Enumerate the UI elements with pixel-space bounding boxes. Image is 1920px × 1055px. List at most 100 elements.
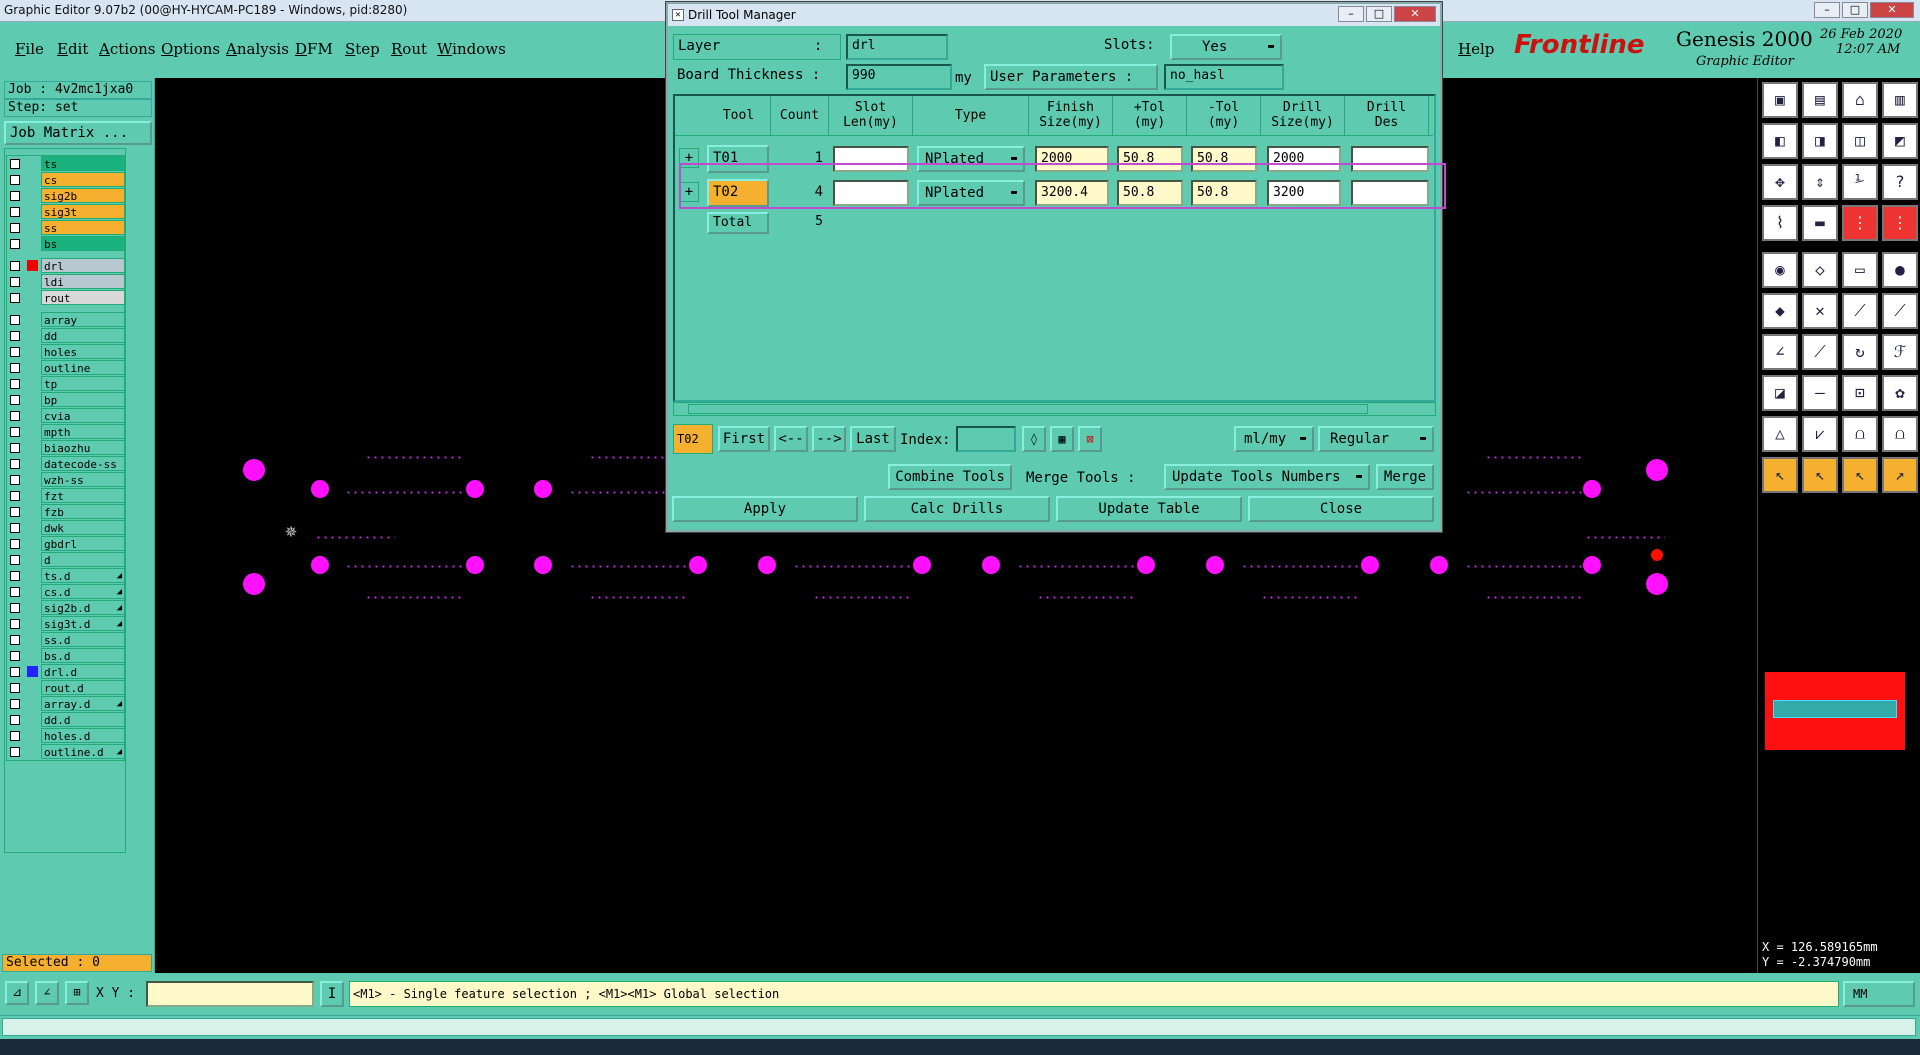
pen-icon[interactable]: ⌇	[1762, 205, 1798, 241]
layer-row-sig3t.d[interactable]: sig3t.d ◢	[7, 616, 125, 632]
layer-row-bs.d[interactable]: bs.d	[7, 648, 125, 664]
menu-edit[interactable]: Edit	[57, 40, 88, 58]
menu-dfm[interactable]: DFM	[295, 40, 333, 58]
right-icon[interactable]: ◨	[1802, 123, 1838, 159]
layer-checkbox[interactable]	[10, 619, 20, 629]
layer-row-drl.d[interactable]: drl.d	[7, 664, 125, 680]
layer-row-d[interactable]: d	[7, 552, 125, 568]
layer-row-sig2b[interactable]: sig2b	[7, 188, 125, 204]
layer-checkbox[interactable]	[10, 347, 20, 357]
layer-row-fzt[interactable]: fzt	[7, 488, 125, 504]
bridge-alt-icon[interactable]: ⩍	[1882, 416, 1918, 452]
layer-checkbox[interactable]	[10, 277, 20, 287]
prev-button[interactable]: <--	[774, 426, 808, 452]
slash-icon[interactable]: ⟋	[1802, 334, 1838, 370]
maximize-button[interactable]: □	[1842, 2, 1868, 18]
layer-row-array[interactable]: array	[7, 312, 125, 328]
layer-row-wzh-ss[interactable]: wzh-ss	[7, 472, 125, 488]
layer-checkbox[interactable]	[10, 261, 20, 271]
layer-row-dd[interactable]: dd	[7, 328, 125, 344]
triangle-icon[interactable]: △	[1762, 416, 1798, 452]
layer-row-holes.d[interactable]: holes.d	[7, 728, 125, 744]
close-button[interactable]: Close	[1248, 496, 1434, 522]
angle-icon[interactable]: ∠	[1762, 334, 1798, 370]
layer-checkbox[interactable]	[10, 491, 20, 501]
layer-checkbox[interactable]	[10, 293, 20, 303]
filter-icon[interactable]: ◊	[1022, 426, 1046, 452]
close-window-button[interactable]: ✕	[1870, 2, 1914, 18]
layer-row-outline[interactable]: outline	[7, 360, 125, 376]
menu-actions[interactable]: Actions	[99, 40, 155, 58]
units-menu[interactable]: ml/my ▬	[1234, 426, 1314, 452]
layer-checkbox[interactable]	[10, 683, 20, 693]
layer-checkbox[interactable]	[10, 239, 20, 249]
layer-row-fzb[interactable]: fzb	[7, 504, 125, 520]
layer-row-dwk[interactable]: dwk	[7, 520, 125, 536]
layer-row-cs.d[interactable]: cs.d ◢	[7, 584, 125, 600]
layer-checkbox[interactable]	[10, 667, 20, 677]
next-button[interactable]: -->	[812, 426, 846, 452]
layer-checkbox[interactable]	[10, 363, 20, 373]
layer-row-sig3t[interactable]: sig3t	[7, 204, 125, 220]
layer-field[interactable]: drl	[846, 34, 948, 60]
merge-button[interactable]: Merge	[1376, 464, 1434, 490]
user-parameters-button[interactable]: User Parameters :	[984, 64, 1158, 90]
ruler-icon[interactable]: ▭	[1842, 252, 1878, 288]
shape-icon[interactable]: ◇	[1802, 252, 1838, 288]
highlight-icon[interactable]: ▦	[1050, 426, 1074, 452]
rotate-icon[interactable]: ◩	[1882, 123, 1918, 159]
layers-alt-icon[interactable]: ⋮	[1882, 205, 1918, 241]
font-icon[interactable]: ℱ	[1882, 334, 1918, 370]
menu-help[interactable]: Help	[1458, 40, 1494, 58]
layer-checkbox[interactable]	[10, 747, 20, 757]
xy-input[interactable]	[146, 981, 314, 1007]
combine-tools-button[interactable]: Combine Tools	[888, 464, 1012, 490]
job-matrix-button[interactable]: Job Matrix ...	[4, 121, 152, 145]
rotate-arrow-icon[interactable]: ↻	[1842, 334, 1878, 370]
layer-row-array.d[interactable]: array.d ◢	[7, 696, 125, 712]
layer-checkbox[interactable]	[10, 331, 20, 341]
layer-checkbox[interactable]	[10, 207, 20, 217]
dash-icon[interactable]: —	[1802, 375, 1838, 411]
layer-row-bs[interactable]: bs	[7, 236, 125, 252]
layer-checkbox[interactable]	[10, 715, 20, 725]
layer-checkbox[interactable]	[10, 635, 20, 645]
first-button[interactable]: First	[718, 426, 770, 452]
menu-step[interactable]: Step	[345, 40, 380, 58]
layer-checkbox[interactable]	[10, 651, 20, 661]
layer-checkbox[interactable]	[10, 175, 20, 185]
update-table-button[interactable]: Update Table	[1056, 496, 1242, 522]
peak-icon[interactable]: ⩗	[1802, 416, 1838, 452]
user-parameters-field[interactable]: no_hasl	[1164, 64, 1284, 90]
layer-row-tp[interactable]: tp	[7, 376, 125, 392]
layer-checkbox[interactable]	[10, 555, 20, 565]
overview-map[interactable]	[1765, 672, 1905, 750]
arc-icon[interactable]: ⟋	[1882, 293, 1918, 329]
layer-row-biaozhu[interactable]: biaozhu	[7, 440, 125, 456]
snap-icon[interactable]: ⊿	[5, 981, 29, 1005]
layer-checkbox[interactable]	[10, 475, 20, 485]
calc-drills-button[interactable]: Calc Drills	[864, 496, 1050, 522]
index-field[interactable]	[956, 426, 1016, 452]
layer-checkbox[interactable]	[10, 523, 20, 533]
minimize-button[interactable]: –	[1814, 2, 1840, 18]
board-thickness-field[interactable]: 990	[846, 64, 952, 90]
dialog-maximize-button[interactable]: □	[1366, 6, 1392, 22]
layer-checkbox[interactable]	[10, 587, 20, 597]
menu-windows[interactable]: Windows	[437, 40, 506, 58]
layer-checkbox[interactable]	[10, 159, 20, 169]
last-button[interactable]: Last	[850, 426, 896, 452]
mirror-icon[interactable]: ◫	[1842, 123, 1878, 159]
layer-checkbox[interactable]	[10, 571, 20, 581]
node-icon[interactable]: ◆	[1762, 293, 1798, 329]
layer-checkbox[interactable]	[10, 379, 20, 389]
layer-row-ldi[interactable]: ldi	[7, 274, 125, 290]
select-move-icon[interactable]: ↗	[1882, 457, 1918, 493]
layer-checkbox[interactable]	[10, 223, 20, 233]
select-alt-icon[interactable]: ↖	[1802, 457, 1838, 493]
layer-checkbox[interactable]	[10, 507, 20, 517]
line-icon[interactable]: ⟋	[1842, 293, 1878, 329]
zoom-icon[interactable]: ⇕	[1802, 164, 1838, 200]
menu-analysis[interactable]: Analysis	[226, 40, 289, 58]
layer-row-rout.d[interactable]: rout.d	[7, 680, 125, 696]
